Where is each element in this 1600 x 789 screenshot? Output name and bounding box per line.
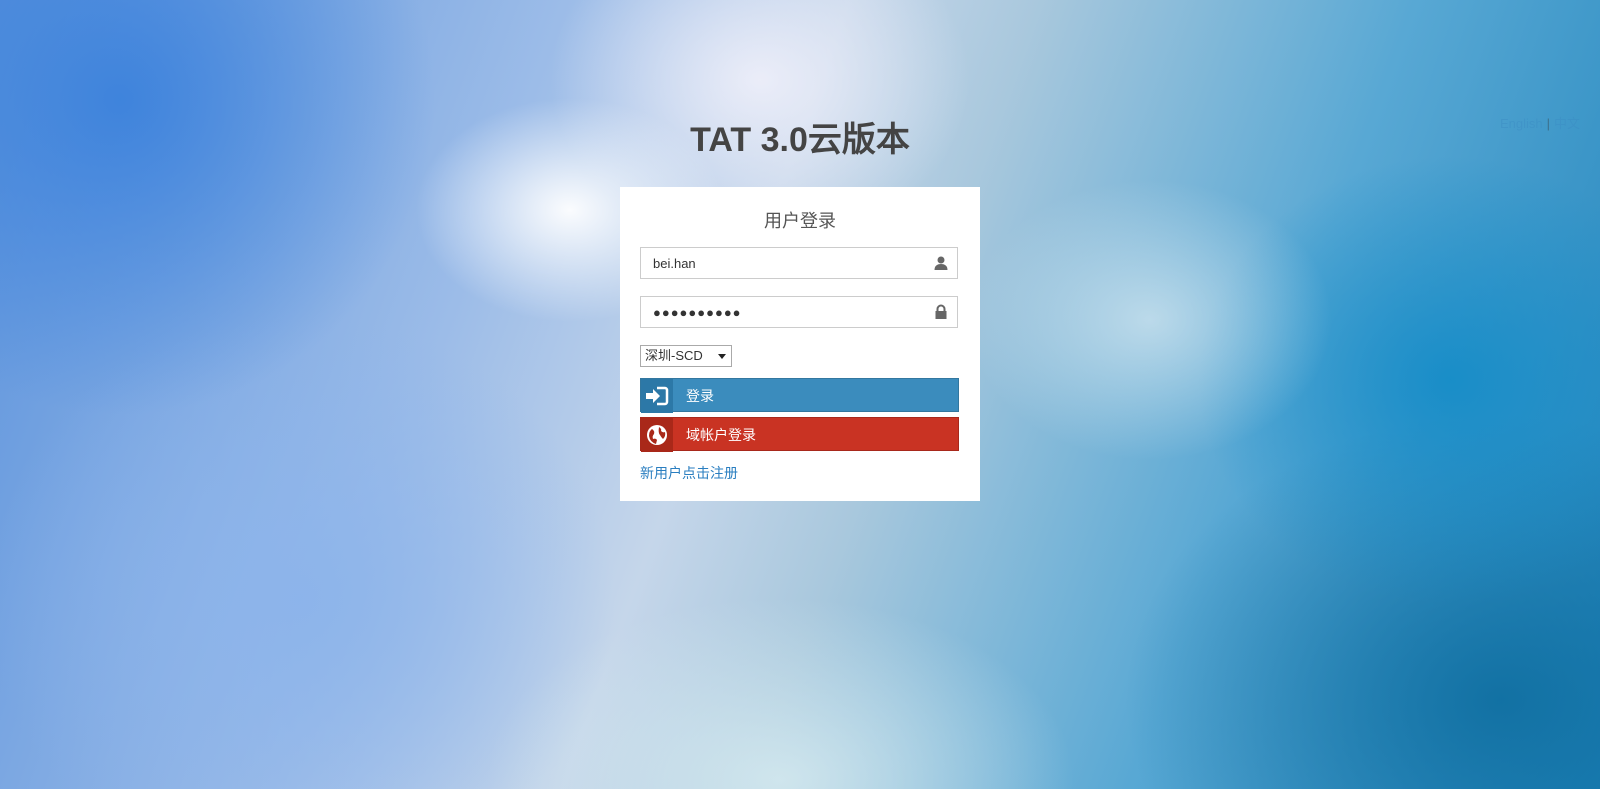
password-input[interactable] (641, 297, 935, 327)
sign-in-icon (641, 379, 673, 413)
domain-login-button-label: 域帐户登录 (686, 427, 756, 443)
username-field[interactable] (640, 247, 958, 279)
region-select[interactable]: 深圳-SCD (640, 345, 732, 367)
globe-icon (641, 418, 673, 452)
register-link[interactable]: 新用户点击注册 (640, 463, 738, 483)
domain-login-button[interactable]: 域帐户登录 (640, 417, 959, 452)
login-button[interactable]: 登录 (640, 378, 959, 413)
lock-icon (935, 304, 947, 319)
username-input[interactable] (641, 248, 935, 278)
user-icon (934, 256, 948, 270)
login-card-title: 用户登录 (764, 211, 836, 231)
region-select-value: 深圳-SCD (645, 348, 703, 363)
chevron-down-icon (718, 354, 726, 359)
login-button-label: 登录 (686, 388, 714, 404)
login-card: 用户登录 深圳-SCD 登录 (620, 187, 980, 501)
page-title: TAT 3.0云版本 (690, 121, 910, 159)
password-field[interactable] (640, 296, 958, 328)
